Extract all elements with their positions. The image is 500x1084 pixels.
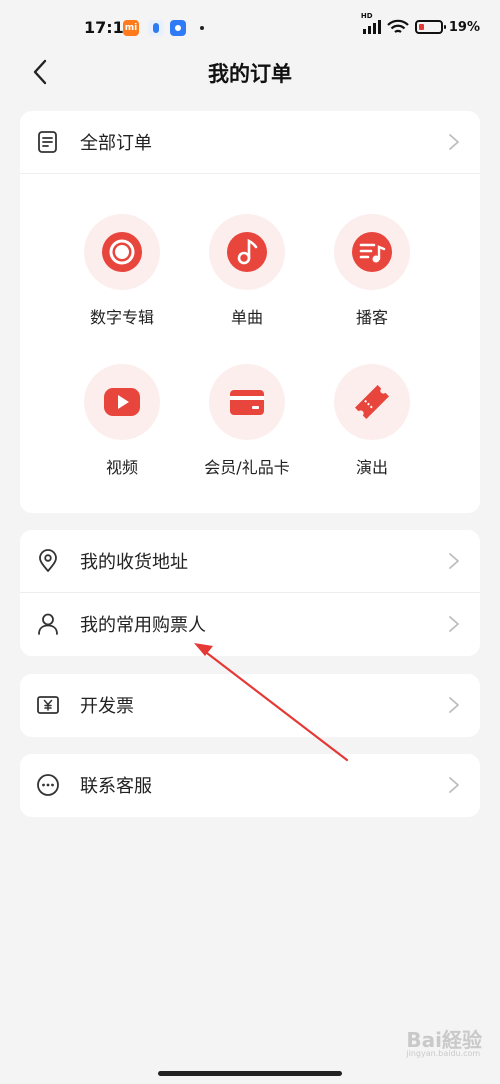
frequent-ticket-buyer-row[interactable]: 我的常用购票人 (20, 593, 480, 655)
shipping-address-row[interactable]: 我的收货地址 (20, 530, 480, 592)
address-card: 我的收货地址 我的常用购票人 (20, 530, 480, 656)
chevron-right-icon (449, 134, 459, 150)
category-single[interactable]: 单曲 (192, 214, 302, 328)
document-list-icon (36, 130, 60, 154)
watermark-sub: jingyan.baidu.com (406, 1049, 481, 1058)
ticket-icon (355, 385, 389, 419)
order-category-grid: 数字专辑 单曲 播客 视频 会员/礼品卡 演出 (20, 174, 480, 514)
status-bar: 17:17 mi HD 19% (0, 0, 500, 52)
invoice-label: 开发票 (80, 696, 134, 717)
person-icon (36, 612, 60, 636)
more-notifications-icon (200, 26, 204, 30)
category-label: 视频 (105, 458, 138, 477)
battery-percent: 19% (448, 19, 480, 35)
disc-icon (102, 232, 142, 272)
battery-icon (414, 20, 446, 34)
broadcast-icon (170, 20, 186, 36)
chevron-right-icon (449, 697, 459, 713)
category-icon-bg (334, 214, 410, 290)
chat-dots-icon (36, 773, 60, 797)
category-icon-bg (334, 364, 410, 440)
signal-icon: HD (361, 12, 381, 34)
category-label: 演出 (355, 458, 388, 477)
invoice-row[interactable]: 开发票 (20, 674, 480, 736)
category-video[interactable]: 视频 (67, 364, 177, 478)
orders-card: 全部订单 数字专辑 单曲 播客 视频 会员/礼品卡 演出 (20, 111, 480, 513)
customer-service-card: 联系客服 (20, 754, 480, 817)
podcast-icon (352, 232, 392, 272)
category-icon-bg (84, 214, 160, 290)
frequent-ticket-buyer-label: 我的常用购票人 (80, 615, 206, 636)
category-label: 数字专辑 (89, 308, 154, 327)
category-label: 播客 (355, 308, 388, 327)
category-membership-giftcard[interactable]: 会员/礼品卡 (192, 364, 302, 478)
yen-receipt-icon (36, 693, 60, 717)
category-digital-album[interactable]: 数字专辑 (67, 214, 177, 328)
page-title: 我的订单 (208, 62, 292, 86)
music-note-icon (227, 232, 267, 272)
category-podcast[interactable]: 播客 (317, 214, 427, 328)
category-show[interactable]: 演出 (317, 364, 427, 478)
mi-app-icon: mi (123, 20, 139, 36)
customer-service-label: 联系客服 (80, 776, 152, 797)
category-label: 单曲 (230, 308, 263, 327)
play-video-icon (104, 388, 140, 416)
watermark: Bai経验 jingyan.baidu.com (406, 1024, 482, 1058)
category-label: 会员/礼品卡 (204, 458, 290, 477)
category-icon-bg (209, 364, 285, 440)
category-icon-bg (84, 364, 160, 440)
all-orders-row[interactable]: 全部订单 (20, 111, 480, 173)
all-orders-label: 全部订单 (80, 133, 152, 154)
wifi-icon (387, 19, 409, 33)
chevron-right-icon (449, 553, 459, 569)
status-right: HD 19% (361, 12, 480, 37)
category-icon-bg (209, 214, 285, 290)
home-indicator[interactable] (158, 1071, 342, 1076)
notification-icon (148, 20, 164, 36)
chevron-right-icon (449, 616, 459, 632)
location-pin-icon (36, 549, 60, 573)
chevron-right-icon (449, 777, 459, 793)
invoice-card: 开发票 (20, 674, 480, 737)
header: 我的订单 (0, 52, 500, 92)
hd-label: HD (360, 12, 373, 20)
card-icon (230, 390, 264, 415)
shipping-address-label: 我的收货地址 (80, 552, 188, 573)
customer-service-row[interactable]: 联系客服 (20, 754, 480, 816)
